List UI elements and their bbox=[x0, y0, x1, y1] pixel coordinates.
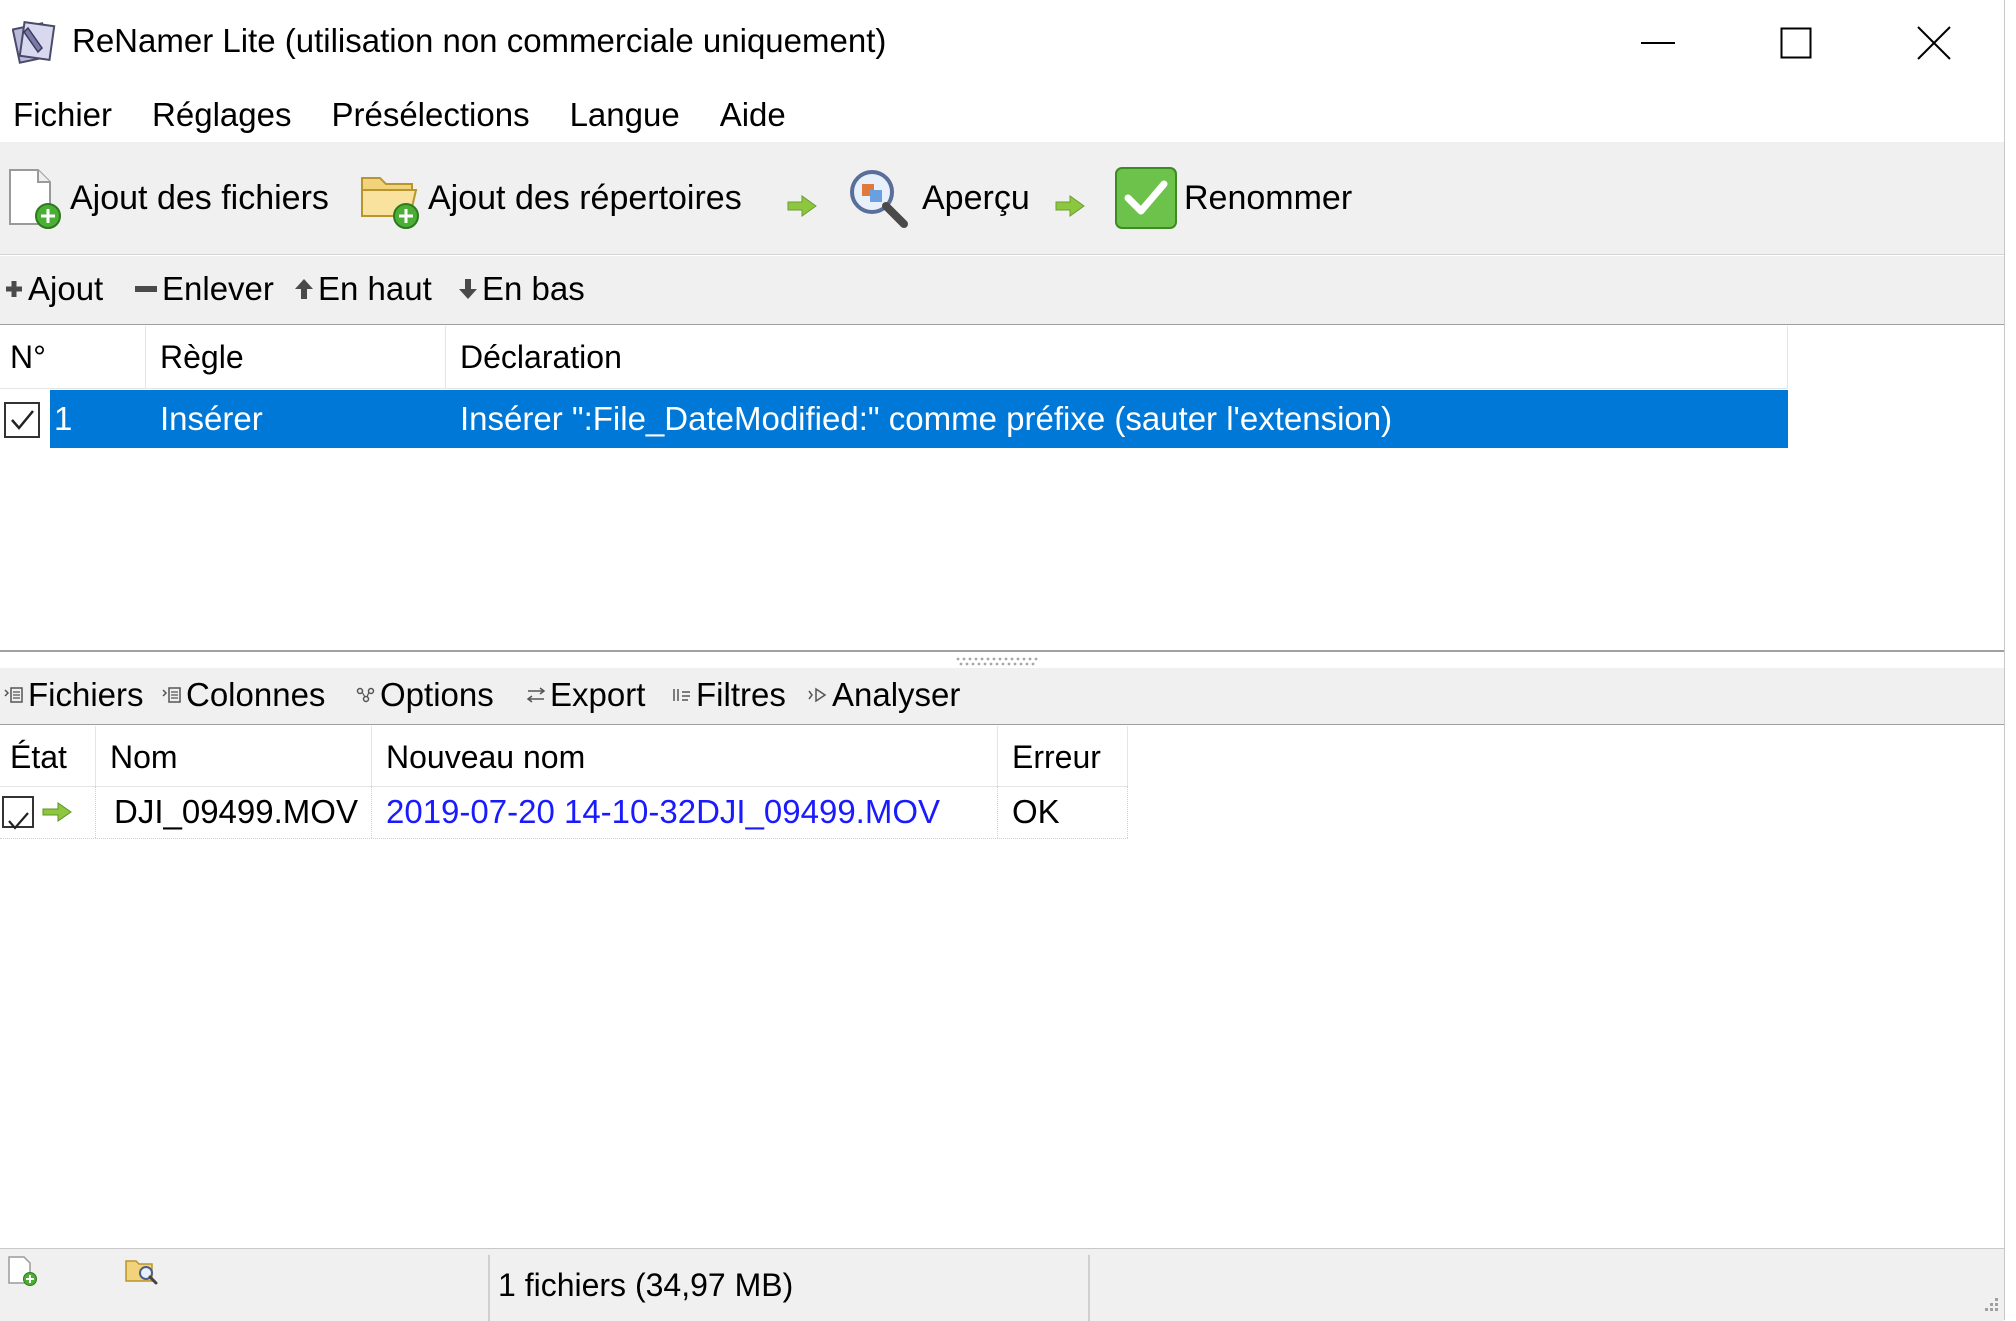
checkmark-icon bbox=[1115, 167, 1177, 229]
rule-checkbox[interactable] bbox=[4, 402, 40, 438]
filters-menu-button[interactable]: Filtres bbox=[672, 676, 786, 714]
analyze-menu-button[interactable]: Analyser bbox=[808, 676, 960, 714]
export-menu-button[interactable]: Export bbox=[526, 676, 645, 714]
checkmark-icon bbox=[8, 812, 29, 830]
arrow-right-icon bbox=[42, 802, 72, 822]
add-files-label: Ajout des fichiers bbox=[70, 178, 329, 217]
magnifier-icon bbox=[850, 170, 908, 228]
file-name: DJI_09499.MOV bbox=[96, 786, 372, 838]
main-window: ReNamer Lite (utilisation non commercial… bbox=[0, 0, 2005, 1321]
add-file-icon[interactable] bbox=[6, 1255, 40, 1287]
maximize-icon bbox=[1780, 27, 1812, 59]
menu-bar: Fichier Réglages Présélections Langue Ai… bbox=[0, 90, 2004, 138]
column-header-state[interactable]: État bbox=[0, 726, 96, 786]
file-row[interactable]: DJI_09499.MOV 2019-07-20 14-10-32DJI_094… bbox=[0, 786, 1128, 839]
move-down-button[interactable]: En bas bbox=[458, 270, 585, 308]
add-folders-button[interactable]: Ajout des répertoires bbox=[358, 166, 742, 230]
add-files-button[interactable]: Ajout des fichiers bbox=[4, 166, 329, 230]
file-checkbox[interactable] bbox=[2, 796, 34, 830]
column-header-statement[interactable]: Déclaration bbox=[446, 326, 1788, 388]
export-icon bbox=[526, 687, 546, 703]
options-menu-icon bbox=[356, 687, 375, 703]
remove-rule-label: Enlever bbox=[162, 270, 274, 307]
files-menu-icon bbox=[4, 687, 23, 703]
menu-fichier[interactable]: Fichier bbox=[0, 90, 125, 138]
rule-row[interactable]: 1 Insérer Insérer ":File_DateModified:" … bbox=[0, 390, 1788, 448]
window-title: ReNamer Lite (utilisation non commercial… bbox=[72, 22, 887, 59]
move-up-button[interactable]: En haut bbox=[294, 270, 432, 308]
export-menu-label: Export bbox=[550, 676, 646, 713]
status-summary: 1 fichiers (34,97 MB) bbox=[498, 1267, 794, 1303]
close-icon bbox=[1917, 26, 1951, 60]
column-header-rule[interactable]: Règle bbox=[146, 326, 446, 388]
add-folder-icon bbox=[361, 177, 419, 229]
rule-type: Insérer bbox=[160, 400, 263, 437]
file-error: OK bbox=[998, 786, 1128, 838]
preview-button[interactable]: Aperçu bbox=[846, 166, 1030, 230]
menu-langue[interactable]: Langue bbox=[557, 90, 693, 138]
rename-label: Renommer bbox=[1184, 178, 1353, 217]
splitter-grip-icon[interactable] bbox=[955, 656, 1041, 666]
arrow-down-icon bbox=[459, 279, 477, 299]
status-separator bbox=[1088, 1255, 1090, 1321]
files-header: État Nom Nouveau nom Erreur bbox=[0, 726, 1128, 787]
file-state-cell bbox=[0, 786, 96, 838]
search-folder-icon[interactable] bbox=[124, 1255, 160, 1287]
filter-icon bbox=[673, 689, 690, 701]
status-separator bbox=[488, 1255, 490, 1321]
rules-list: N° Règle Déclaration 1 Insérer Insérer "… bbox=[0, 326, 2004, 650]
minus-icon bbox=[135, 286, 157, 292]
move-up-label: En haut bbox=[318, 270, 432, 307]
files-menu-button[interactable]: Fichiers bbox=[4, 676, 144, 714]
columns-menu-icon bbox=[162, 687, 181, 703]
menu-preselections[interactable]: Présélections bbox=[318, 90, 542, 138]
minimize-icon bbox=[1641, 42, 1675, 44]
app-icon bbox=[12, 20, 56, 64]
plus-icon bbox=[6, 281, 22, 297]
remove-rule-button[interactable]: Enlever bbox=[134, 270, 274, 308]
minimize-button[interactable] bbox=[1588, 0, 1728, 86]
preview-label: Aperçu bbox=[922, 178, 1030, 217]
rule-row-selection[interactable]: 1 Insérer Insérer ":File_DateModified:" … bbox=[50, 390, 1788, 448]
add-file-icon bbox=[9, 169, 61, 229]
arrow-right-icon bbox=[787, 195, 817, 217]
status-bar: 1 fichiers (34,97 MB) bbox=[0, 1248, 2004, 1321]
file-new-name: 2019-07-20 14-10-32DJI_09499.MOV bbox=[372, 786, 998, 838]
files-toolbar: Fichiers Colonnes Options Export Filtres… bbox=[0, 668, 2004, 725]
column-header-error[interactable]: Erreur bbox=[998, 726, 1128, 786]
panel-splitter[interactable] bbox=[0, 650, 2004, 652]
add-rule-label: Ajout bbox=[28, 270, 104, 307]
rule-statement: Insérer ":File_DateModified:" comme préf… bbox=[460, 400, 1393, 437]
column-header-number[interactable]: N° bbox=[0, 326, 146, 388]
columns-menu-label: Colonnes bbox=[186, 676, 326, 713]
files-list: État Nom Nouveau nom Erreur DJI_09499.MO… bbox=[0, 726, 2004, 1248]
menu-aide[interactable]: Aide bbox=[707, 90, 799, 138]
rules-header: N° Règle Déclaration bbox=[0, 326, 1788, 389]
filters-menu-label: Filtres bbox=[696, 676, 786, 713]
column-header-new-name[interactable]: Nouveau nom bbox=[372, 726, 998, 786]
checkmark-icon bbox=[11, 410, 34, 430]
resize-grip-icon[interactable] bbox=[1978, 1291, 2000, 1313]
add-rule-button[interactable]: Ajout bbox=[4, 270, 103, 308]
arrow-up-icon bbox=[295, 279, 313, 299]
add-folders-label: Ajout des répertoires bbox=[428, 178, 742, 217]
main-toolbar: Ajout des fichiers Ajout des répertoires… bbox=[0, 142, 2004, 255]
options-menu-button[interactable]: Options bbox=[356, 676, 494, 714]
rule-number: 1 bbox=[54, 400, 73, 437]
rename-button[interactable]: Renommer bbox=[1114, 166, 1352, 230]
maximize-button[interactable] bbox=[1726, 0, 1866, 86]
analyze-icon bbox=[808, 687, 827, 703]
column-header-name[interactable]: Nom bbox=[96, 726, 372, 786]
move-down-label: En bas bbox=[482, 270, 585, 307]
title-bar: ReNamer Lite (utilisation non commercial… bbox=[0, 0, 2004, 86]
menu-reglages[interactable]: Réglages bbox=[139, 90, 304, 138]
rules-toolbar: Ajout Enlever En haut En bas bbox=[0, 256, 2004, 325]
files-menu-label: Fichiers bbox=[28, 676, 144, 713]
arrow-right-icon bbox=[1055, 195, 1085, 217]
columns-menu-button[interactable]: Colonnes bbox=[162, 676, 325, 714]
options-menu-label: Options bbox=[380, 676, 494, 713]
analyze-menu-label: Analyser bbox=[832, 676, 961, 713]
close-button[interactable] bbox=[1864, 0, 2004, 86]
